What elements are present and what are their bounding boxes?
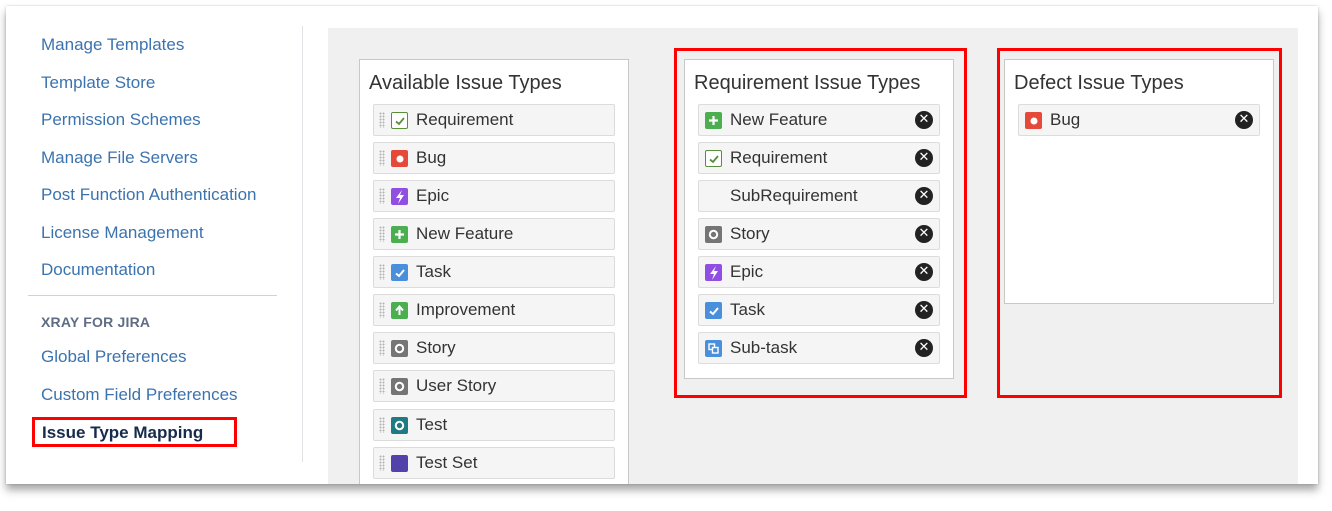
task-icon <box>705 302 722 319</box>
admin-sidebar: Manage Templates Template Store Permissi… <box>6 6 303 484</box>
defect-panel-title: Defect Issue Types <box>1014 72 1184 94</box>
test-icon <box>391 417 408 434</box>
requirement-item-subrequirement[interactable]: SubRequirement ✕ <box>698 180 940 212</box>
item-label: Story <box>730 224 770 243</box>
remove-icon[interactable]: ✕ <box>915 225 933 243</box>
available-item-new-feature[interactable]: New Feature <box>373 218 615 250</box>
item-label: Story <box>416 338 456 357</box>
subtask-icon <box>705 340 722 357</box>
story-icon <box>705 226 722 243</box>
sidebar-link-documentation[interactable]: Documentation <box>41 260 155 280</box>
remove-icon[interactable]: ✕ <box>915 187 933 205</box>
remove-icon[interactable]: ✕ <box>915 111 933 129</box>
sidebar-section-heading: XRAY FOR JIRA <box>41 314 151 330</box>
test-set-icon <box>391 455 408 472</box>
remove-icon[interactable]: ✕ <box>915 149 933 167</box>
sidebar-link-template-store[interactable]: Template Store <box>41 73 155 93</box>
requirement-icon <box>705 150 722 167</box>
drag-handle-icon[interactable] <box>379 226 385 242</box>
item-label: Test Set <box>416 453 478 472</box>
available-item-improvement[interactable]: Improvement <box>373 294 615 326</box>
item-label: New Feature <box>416 224 514 243</box>
available-item-user-story[interactable]: User Story <box>373 370 615 402</box>
requirement-item-story[interactable]: Story ✕ <box>698 218 940 250</box>
available-item-requirement[interactable]: Requirement <box>373 104 615 136</box>
requirement-item-new-feature[interactable]: New Feature ✕ <box>698 104 940 136</box>
epic-icon <box>391 188 408 205</box>
item-label: Test <box>416 415 448 434</box>
sidebar-link-manage-templates[interactable]: Manage Templates <box>41 35 184 55</box>
sidebar-separator <box>302 26 303 462</box>
defect-item-bug[interactable]: Bug ✕ <box>1018 104 1260 136</box>
item-label: Improvement <box>416 300 516 319</box>
requirement-item-task[interactable]: Task ✕ <box>698 294 940 326</box>
epic-icon <box>705 264 722 281</box>
available-item-story[interactable]: Story <box>373 332 615 364</box>
sidebar-link-custom-field-preferences[interactable]: Custom Field Preferences <box>41 385 238 405</box>
item-label: Task <box>730 300 765 319</box>
item-label: Requirement <box>730 148 828 167</box>
sidebar-link-permission-schemes[interactable]: Permission Schemes <box>41 110 201 130</box>
story-icon <box>391 378 408 395</box>
item-label: Sub-task <box>730 338 798 357</box>
available-item-epic[interactable]: Epic <box>373 180 615 212</box>
requirement-item-sub-task[interactable]: Sub-task ✕ <box>698 332 940 364</box>
item-label: Epic <box>416 186 450 205</box>
available-item-test[interactable]: Test <box>373 409 615 441</box>
remove-icon[interactable]: ✕ <box>915 301 933 319</box>
drag-handle-icon[interactable] <box>379 302 385 318</box>
drag-handle-icon[interactable] <box>379 417 385 433</box>
sidebar-link-issue-type-mapping[interactable]: Issue Type Mapping <box>42 423 203 443</box>
sidebar-link-global-preferences[interactable]: Global Preferences <box>41 347 187 367</box>
available-issue-types-panel: Available Issue Types Requirement Bug Ep… <box>359 59 629 484</box>
requirement-icon <box>391 112 408 129</box>
drag-handle-icon[interactable] <box>379 264 385 280</box>
sidebar-active-highlight[interactable]: Issue Type Mapping <box>32 417 237 447</box>
bug-icon <box>1025 112 1042 129</box>
available-item-test-set[interactable]: Test Set <box>373 447 615 479</box>
sidebar-divider <box>28 295 277 296</box>
item-label: Requirement <box>416 110 514 129</box>
item-label: Bug <box>416 148 447 167</box>
drag-handle-icon[interactable] <box>379 378 385 394</box>
requirement-item-epic[interactable]: Epic ✕ <box>698 256 940 288</box>
available-panel-title: Available Issue Types <box>369 72 562 94</box>
requirement-issue-types-panel: Requirement Issue Types New Feature ✕ Re… <box>684 59 954 379</box>
item-label: SubRequirement <box>730 186 858 205</box>
item-label: Task <box>416 262 451 281</box>
improvement-icon <box>391 302 408 319</box>
sidebar-link-license-management[interactable]: License Management <box>41 223 204 243</box>
requirement-item-requirement[interactable]: Requirement ✕ <box>698 142 940 174</box>
sidebar-link-manage-file-servers[interactable]: Manage File Servers <box>41 148 198 168</box>
remove-icon[interactable]: ✕ <box>1235 111 1253 129</box>
item-label: Bug <box>1050 110 1081 129</box>
drag-handle-icon[interactable] <box>379 112 385 128</box>
drag-handle-icon[interactable] <box>379 188 385 204</box>
remove-icon[interactable]: ✕ <box>915 339 933 357</box>
available-item-bug[interactable]: Bug <box>373 142 615 174</box>
defect-issue-types-panel: Defect Issue Types Bug ✕ <box>1004 59 1274 304</box>
sidebar-link-post-function-auth[interactable]: Post Function Authentication <box>41 185 256 205</box>
drag-handle-icon[interactable] <box>379 455 385 471</box>
available-item-task[interactable]: Task <box>373 256 615 288</box>
item-label: New Feature <box>730 110 828 129</box>
task-icon <box>391 264 408 281</box>
app-window: Manage Templates Template Store Permissi… <box>6 6 1318 484</box>
new-feature-icon <box>391 226 408 243</box>
story-icon <box>391 340 408 357</box>
requirement-panel-title: Requirement Issue Types <box>694 72 921 94</box>
drag-handle-icon[interactable] <box>379 150 385 166</box>
new-feature-icon <box>705 112 722 129</box>
drag-handle-icon[interactable] <box>379 340 385 356</box>
item-label: Epic <box>730 262 764 281</box>
remove-icon[interactable]: ✕ <box>915 263 933 281</box>
issue-type-mapping-panel: Available Issue Types Requirement Bug Ep… <box>328 28 1298 484</box>
item-label: User Story <box>416 376 497 395</box>
bug-icon <box>391 150 408 167</box>
